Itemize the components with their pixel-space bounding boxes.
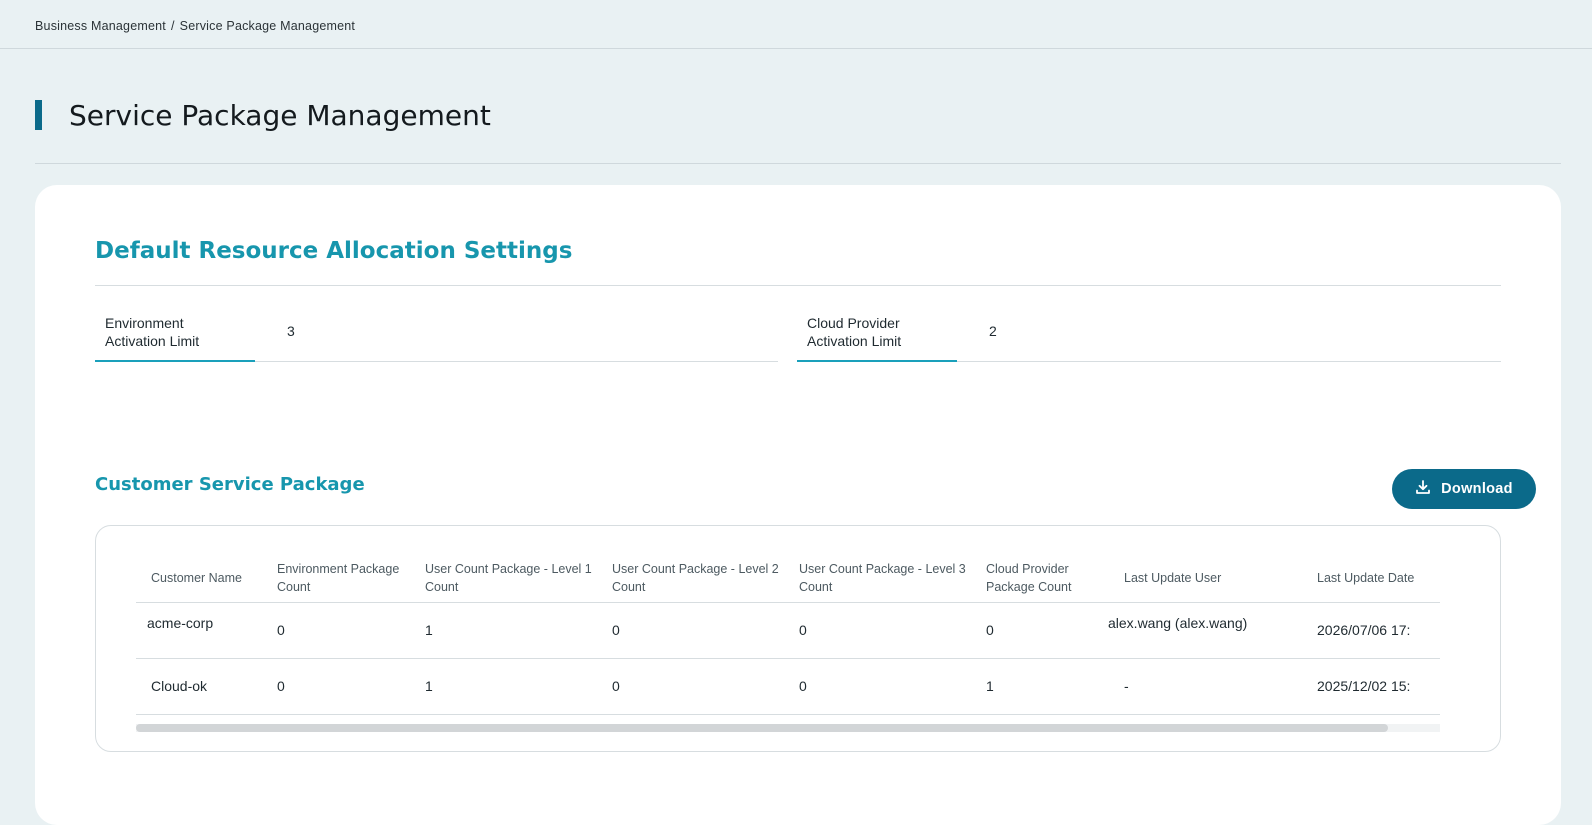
column-header-customer-name[interactable]: Customer Name [136, 554, 277, 603]
cell-customer-name: Cloud-ok [136, 658, 277, 715]
breadcrumb-bar: Business Management / Service Package Mana… [0, 0, 1592, 49]
cell-last-update-date: 2026/07/06 17: [1317, 602, 1440, 659]
environment-activation-limit-label: Environment Activation Limit [95, 310, 255, 362]
cell-cloud-provider-package-count: 0 [986, 602, 1108, 659]
field-label-line: Environment [105, 315, 184, 331]
table-header-row: Customer Name Environment Package Count … [136, 554, 1440, 603]
field-label-line: Cloud Provider [807, 315, 900, 331]
cell-last-update-user: alex.wang (alex.wang) [1108, 602, 1317, 659]
horizontal-scrollbar[interactable] [136, 724, 1440, 732]
table-row[interactable]: acme-corp 0 1 0 0 0 alex.wang (alex.wang… [136, 602, 1440, 659]
breadcrumb-item-service-package-management: Service Package Management [179, 19, 356, 33]
customer-service-package-title: Customer Service Package [95, 474, 365, 495]
cell-environment-package-count: 0 [277, 602, 425, 659]
download-button[interactable]: Download [1392, 469, 1536, 509]
column-header-user-count-level-2[interactable]: User Count Package - Level 2 Count [612, 554, 799, 603]
cloud-provider-activation-limit-field: Cloud Provider Activation Limit 2 [797, 310, 1501, 362]
breadcrumb-separator: / [170, 19, 175, 33]
cloud-provider-activation-limit-value: 2 [989, 323, 997, 339]
column-header-user-count-level-1[interactable]: User Count Package - Level 1 Count [425, 554, 612, 603]
cell-user-level-3-count: 0 [799, 602, 986, 659]
main-card: Default Resource Allocation Settings Env… [35, 185, 1561, 825]
table-row[interactable]: Cloud-ok 0 1 0 0 1 - 2025/12/02 15: [136, 658, 1440, 715]
cell-last-update-user: - [1108, 658, 1317, 715]
column-header-last-update-user[interactable]: Last Update User [1108, 554, 1317, 603]
download-button-label: Download [1441, 481, 1513, 497]
customer-package-table-container: Customer Name Environment Package Count … [95, 525, 1501, 752]
field-label-line: Activation Limit [807, 333, 902, 349]
cell-user-level-1-count: 1 [425, 602, 612, 659]
page-title: Service Package Management [69, 99, 491, 132]
column-header-cloud-provider-package-count[interactable]: Cloud Provider Package Count [986, 554, 1108, 603]
download-icon [1415, 479, 1431, 499]
customer-package-table: Customer Name Environment Package Count … [136, 554, 1440, 715]
section-divider [95, 285, 1501, 286]
cloud-provider-activation-limit-label: Cloud Provider Activation Limit [797, 310, 957, 362]
environment-activation-limit-field: Environment Activation Limit 3 [95, 310, 778, 362]
environment-activation-limit-value: 3 [287, 323, 295, 339]
cell-environment-package-count: 0 [277, 658, 425, 715]
breadcrumb: Business Management / Service Package Mana… [35, 19, 355, 33]
cell-user-level-2-count: 0 [612, 658, 799, 715]
title-accent-bar [35, 100, 42, 130]
cell-last-update-date: 2025/12/02 15: [1317, 658, 1440, 715]
cell-customer-name: acme-corp [136, 602, 277, 659]
header-divider [35, 163, 1561, 164]
cell-user-level-3-count: 0 [799, 658, 986, 715]
scrollbar-thumb[interactable] [136, 724, 1388, 732]
column-header-environment-package-count[interactable]: Environment Package Count [277, 554, 425, 603]
default-settings-title: Default Resource Allocation Settings [95, 238, 573, 264]
breadcrumb-item-business-management[interactable]: Business Management [35, 19, 166, 33]
cell-user-level-2-count: 0 [612, 602, 799, 659]
column-header-user-count-level-3[interactable]: User Count Package - Level 3 Count [799, 554, 986, 603]
table-scroll-area[interactable]: Customer Name Environment Package Count … [136, 554, 1440, 722]
field-label-line: Activation Limit [105, 333, 200, 349]
cell-cloud-provider-package-count: 1 [986, 658, 1108, 715]
column-header-last-update-date[interactable]: Last Update Date [1317, 554, 1440, 603]
cell-user-level-1-count: 1 [425, 658, 612, 715]
